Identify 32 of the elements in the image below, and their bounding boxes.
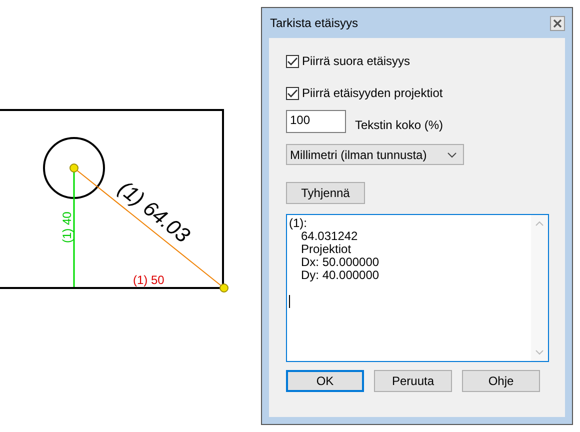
dialog-button[interactable]: Ohje (462, 370, 540, 392)
result-line: Dy: 40.000000 (300, 269, 380, 282)
unit-dropdown[interactable]: Millimetri (ilman tunnusta) (286, 144, 464, 165)
close-icon (553, 18, 562, 28)
endpoint-marker (70, 164, 78, 172)
text-size-field[interactable]: 100 (286, 110, 346, 133)
scrollbar[interactable] (531, 215, 548, 361)
endpoint-marker (220, 284, 228, 292)
text-cursor (289, 295, 290, 308)
checkbox-label: Piirrä etäisyyden projektiot (302, 86, 443, 100)
clear-button[interactable]: Tyhjennä (286, 182, 365, 204)
checkbox[interactable] (286, 86, 299, 100)
chevron-down-icon (447, 152, 457, 158)
checkbox[interactable] (286, 54, 299, 68)
result-line: Projektiot (300, 243, 352, 256)
checkbox-label: Piirrä suora etäisyys (302, 54, 410, 68)
dy-label: (1) 40 (60, 212, 74, 243)
result-line: 64.031242 (301, 230, 359, 243)
scroll-down-icon (535, 350, 544, 355)
result-line: Dx: 50.000000 (300, 256, 380, 269)
window-title: Tarkista etäisyys (270, 16, 358, 30)
check-icon (287, 56, 298, 66)
scroll-up-icon (535, 221, 544, 226)
close-button[interactable] (550, 16, 565, 30)
result-text-area[interactable]: (1): 64.031242 Projektiot Dx: 50.000000 Dy: 40.000000 (286, 214, 549, 362)
dialog-button[interactable]: OK (286, 370, 364, 392)
dx-label: (1) 50 (133, 273, 164, 287)
result-line: (1): (289, 217, 308, 230)
circle-shape (43, 137, 105, 199)
dialog-button[interactable]: Peruuta (374, 370, 452, 392)
check-icon (287, 88, 298, 98)
text-size-label: Tekstin koko (%) (355, 118, 444, 133)
